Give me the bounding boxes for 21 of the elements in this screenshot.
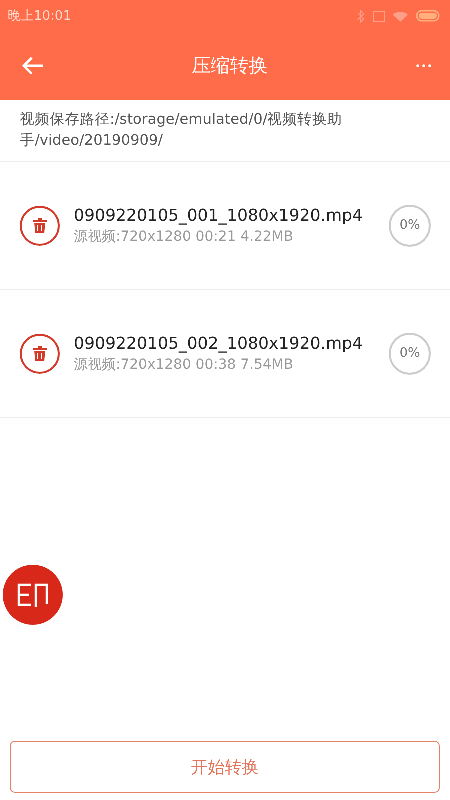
- progress-ring: 0%: [389, 332, 431, 374]
- start-convert-button[interactable]: 开始转换: [10, 741, 440, 793]
- source-info: 源视频:720x1280 00:38 7.54MB: [74, 356, 294, 374]
- page-title: 压缩转换: [192, 54, 268, 79]
- more-icon: [416, 64, 432, 68]
- floating-logo-icon[interactable]: [3, 565, 63, 625]
- source-info: 源视频:720x1280 00:21 4.22MB: [74, 228, 294, 246]
- delete-button[interactable]: [20, 206, 60, 246]
- trash-icon: [33, 346, 47, 361]
- save-path-text: 视频保存路径:/storage/emulated/0/视频转换助手/video/20190909/: [20, 111, 344, 151]
- file-name: 0909220105_002_1080x1920.mp4: [74, 334, 364, 352]
- trash-icon: [33, 218, 47, 233]
- delete-button[interactable]: [20, 334, 60, 374]
- wifi-icon: [393, 10, 408, 22]
- progress-ring: 0%: [389, 204, 431, 246]
- sim-icon: [373, 10, 385, 22]
- status-time: 晚上10:01: [8, 8, 72, 25]
- bluetooth-icon: [357, 10, 365, 22]
- file-name: 0909220105_001_1080x1920.mp4: [74, 206, 364, 224]
- back-arrow-icon: [22, 57, 44, 75]
- battery-icon: [416, 10, 442, 22]
